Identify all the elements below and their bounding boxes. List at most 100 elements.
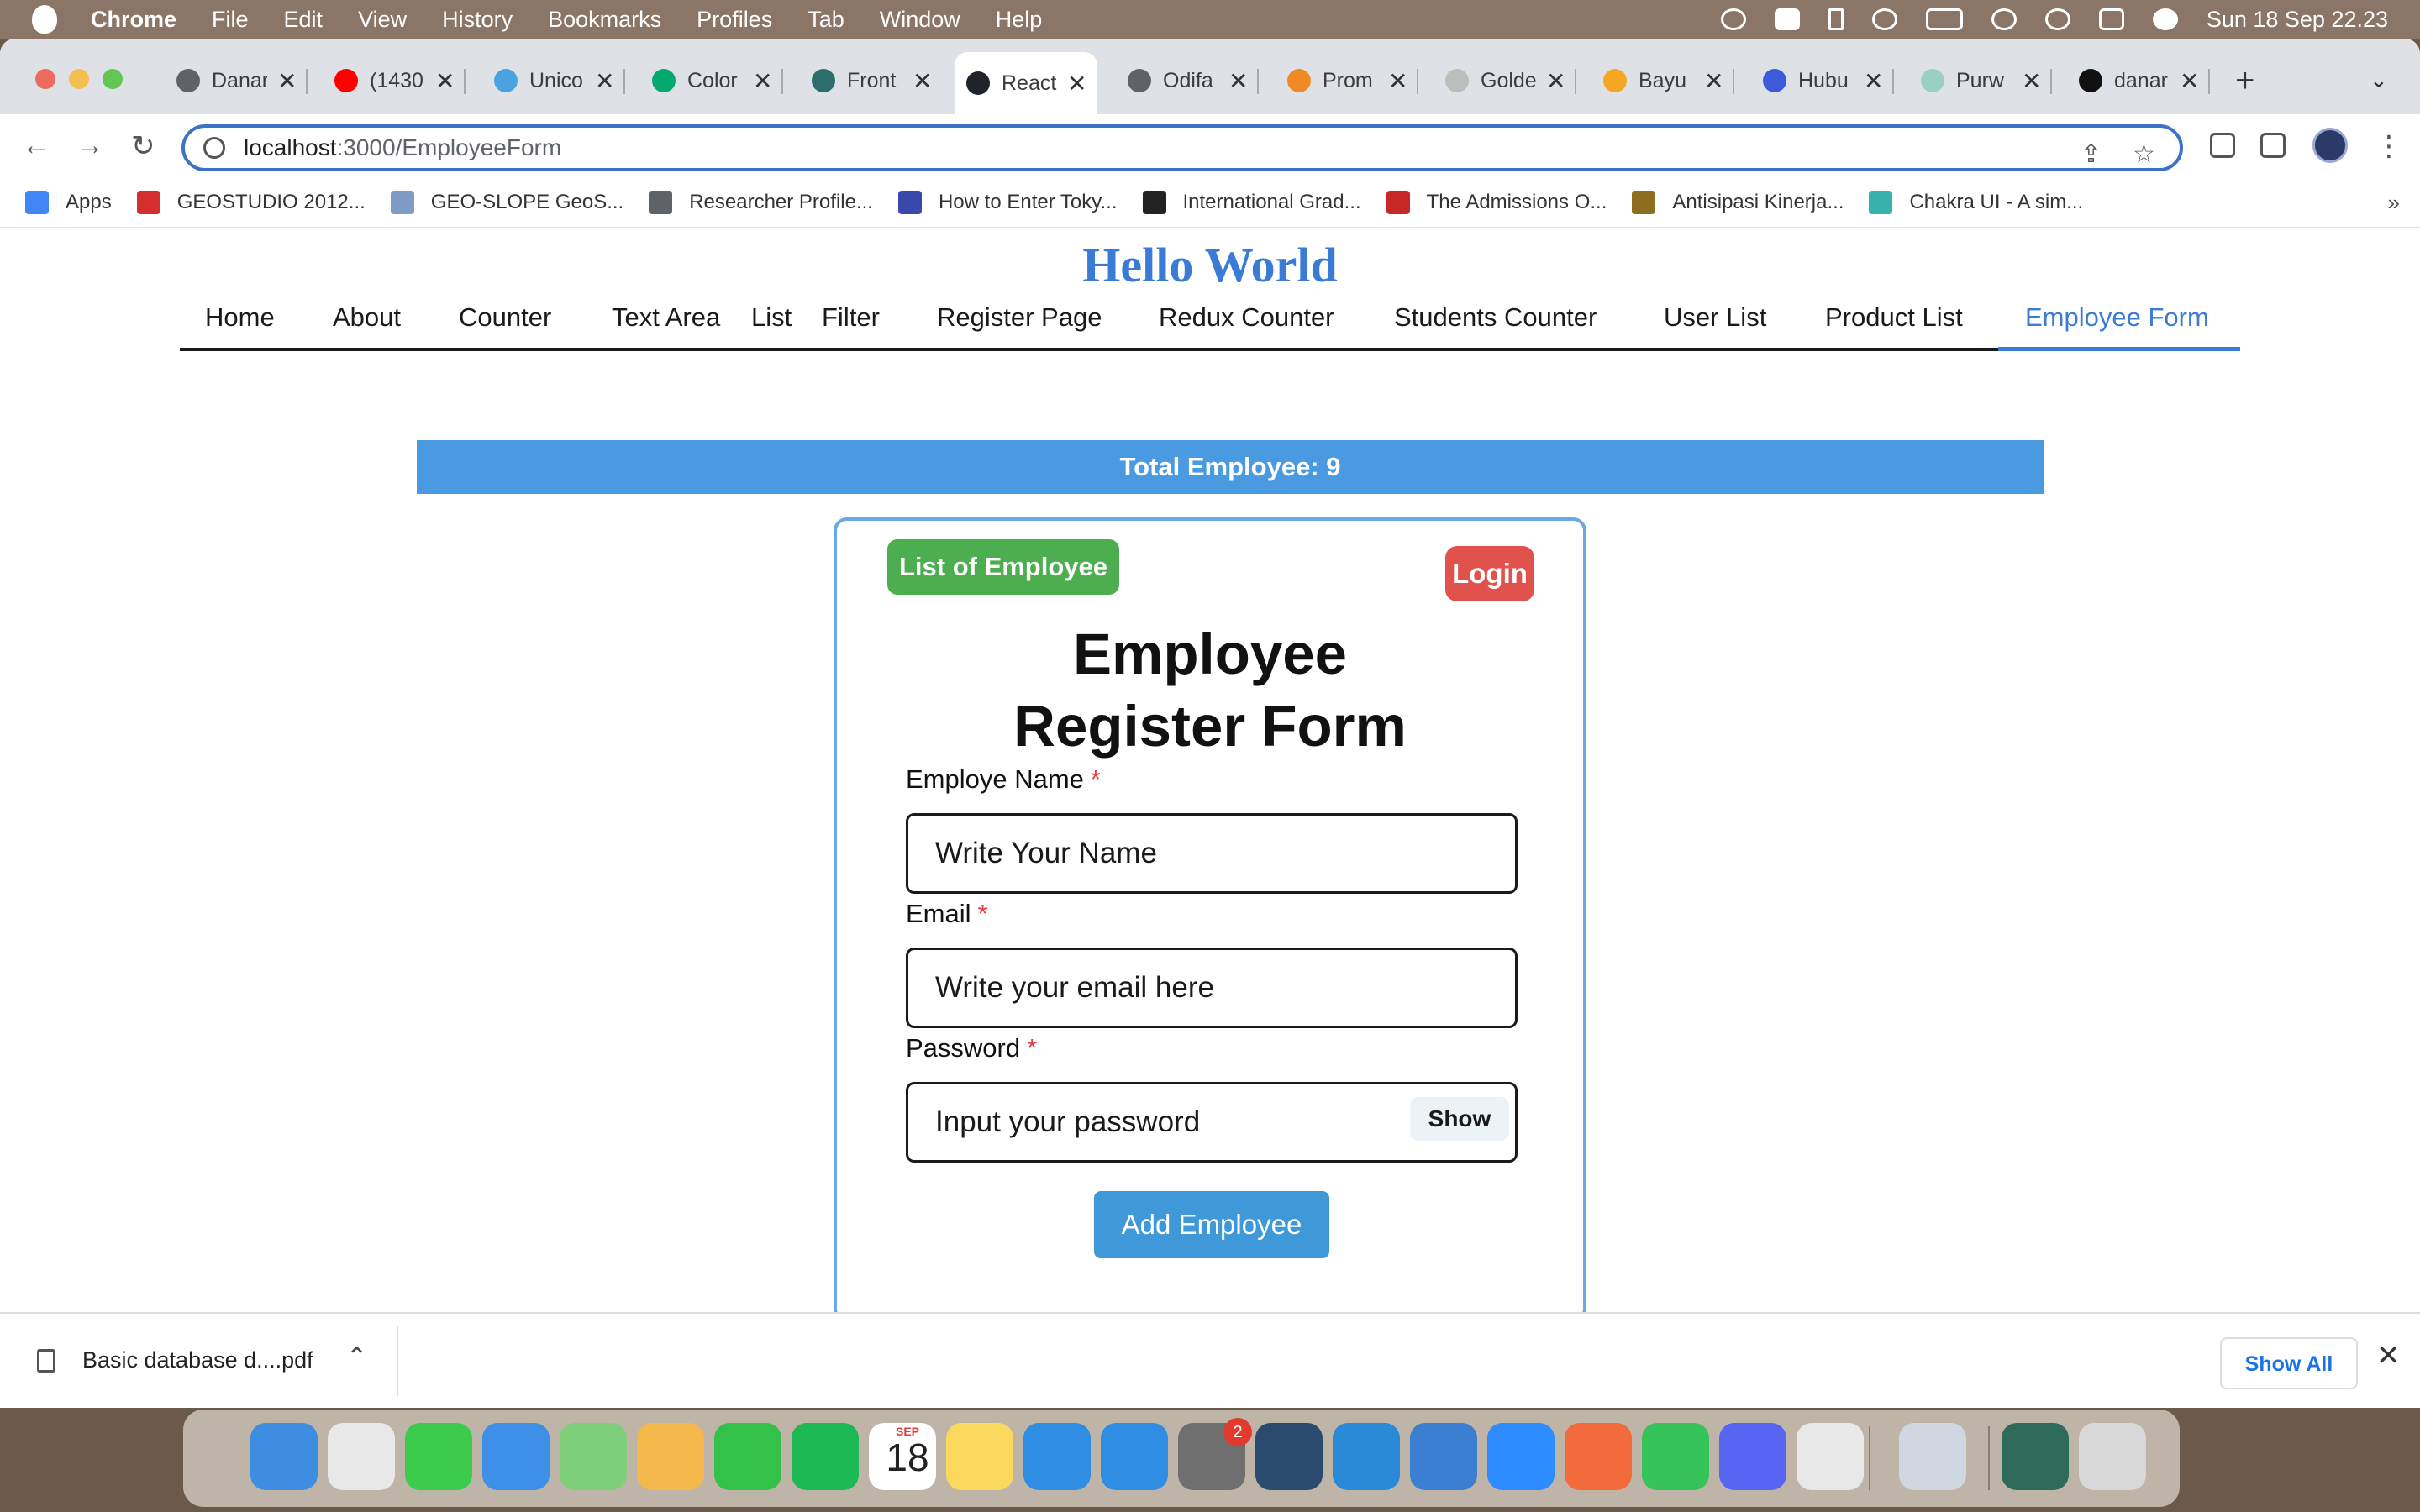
bookmark-star-icon[interactable]: ☆ (2133, 139, 2155, 169)
photos-icon[interactable] (637, 1423, 704, 1490)
tab-close-icon[interactable]: ✕ (435, 67, 455, 95)
zoom-icon[interactable] (1487, 1423, 1555, 1490)
wifi-icon[interactable] (1991, 8, 2017, 30)
nav-text-area[interactable]: Text Area (612, 297, 720, 351)
play-icon[interactable] (1871, 8, 1897, 30)
mail-icon[interactable] (482, 1423, 550, 1490)
menu-tab[interactable]: Tab (808, 7, 844, 33)
pen-app-icon[interactable] (1565, 1423, 1632, 1490)
download-options-chevron-icon[interactable]: ⌃ (346, 1342, 367, 1372)
apple-logo-icon[interactable] (32, 5, 57, 34)
menu-clock[interactable]: Sun 18 Sep 22.23 (2207, 7, 2388, 33)
show-all-downloads-button[interactable]: Show All (2220, 1337, 2358, 1389)
launchpad-icon[interactable] (328, 1423, 395, 1490)
browser-tab[interactable]: Danar ✕ (165, 60, 308, 101)
tab-close-icon[interactable]: ✕ (1546, 67, 1565, 95)
address-bar[interactable]: localhost:3000/EmployeeForm ⇪ ☆ (182, 124, 2183, 171)
menu-app-name[interactable]: Chrome (91, 7, 176, 33)
tab-close-icon[interactable]: ✕ (1704, 67, 1723, 95)
browser-tab[interactable]: Purw ✕ (1909, 60, 2052, 101)
nav-home[interactable]: Home (205, 297, 275, 351)
browser-tab[interactable]: Odifa ✕ (1116, 60, 1259, 101)
menu-history[interactable]: History (442, 7, 513, 33)
facetime-icon[interactable] (714, 1423, 781, 1490)
screenshot-thumb-icon[interactable] (2002, 1423, 2069, 1490)
tab-close-icon[interactable]: ✕ (277, 67, 297, 95)
reload-button[interactable]: ↻ (131, 129, 155, 163)
messages-icon[interactable] (405, 1423, 472, 1490)
menu-window[interactable]: Window (880, 7, 960, 33)
browser-tab[interactable]: Unico ✕ (482, 60, 625, 101)
bookmark-item[interactable]: How to Enter Toky... (897, 191, 1118, 214)
login-button[interactable]: Login (1445, 546, 1534, 601)
download-file-name[interactable]: Basic database d....pdf (82, 1347, 313, 1373)
bookmark-item[interactable]: GEO-SLOPE GeoS... (390, 191, 623, 214)
input-source-icon[interactable] (1774, 8, 1800, 30)
tab-close-icon[interactable]: ✕ (1228, 67, 1248, 95)
nav-register-page[interactable]: Register Page (937, 297, 1102, 351)
add-employee-button[interactable]: Add Employee (1094, 1191, 1329, 1258)
nav-students-counter[interactable]: Students Counter (1394, 297, 1597, 351)
bookmark-item[interactable]: International Grad... (1142, 191, 1361, 214)
menu-bookmarks[interactable]: Bookmarks (548, 7, 661, 33)
tab-search-chevron-icon[interactable]: ⌄ (2370, 67, 2388, 93)
maps-icon[interactable] (560, 1423, 627, 1490)
share-icon[interactable]: ⇪ (2081, 139, 2102, 169)
tab-close-icon[interactable]: ✕ (1067, 70, 1086, 97)
vscode-icon[interactable] (1333, 1423, 1400, 1490)
finder-icon[interactable] (250, 1423, 318, 1490)
creative-cloud-icon[interactable] (1720, 8, 1746, 30)
profile-avatar[interactable] (2312, 128, 2348, 163)
menu-help[interactable]: Help (996, 7, 1043, 33)
browser-tab[interactable]: Bayu ✕ (1591, 60, 1734, 101)
discord-icon[interactable] (1719, 1423, 1786, 1490)
menu-edit[interactable]: Edit (284, 7, 324, 33)
bookmark-item[interactable]: The Admissions O... (1386, 191, 1607, 214)
notes-icon[interactable] (946, 1423, 1013, 1490)
site-info-icon[interactable] (203, 137, 225, 159)
bookmark-item[interactable]: GEOSTUDIO 2012... (136, 191, 366, 214)
close-window-button[interactable] (35, 69, 55, 89)
email-input[interactable] (906, 948, 1518, 1028)
zoom-window-button[interactable] (103, 69, 123, 89)
nav-filter[interactable]: Filter (822, 297, 880, 351)
keynote-icon[interactable] (1023, 1423, 1091, 1490)
trash-icon[interactable] (2079, 1423, 2146, 1490)
show-password-button[interactable]: Show (1410, 1097, 1509, 1141)
tab-close-icon[interactable]: ✕ (2022, 67, 2041, 95)
tab-close-icon[interactable]: ✕ (1864, 67, 1883, 95)
side-panel-icon[interactable] (2260, 133, 2286, 158)
preview-icon[interactable] (1899, 1423, 1966, 1490)
tab-close-icon[interactable]: ✕ (913, 67, 932, 95)
close-download-bar-icon[interactable]: ✕ (2376, 1339, 2401, 1373)
menu-view[interactable]: View (358, 7, 407, 33)
spotify-icon[interactable] (792, 1423, 859, 1490)
back-button[interactable]: ← (22, 129, 50, 162)
forward-button[interactable]: → (76, 129, 104, 162)
xcode-icon[interactable] (1410, 1423, 1477, 1490)
bookmark-item[interactable]: Apps (25, 191, 112, 214)
new-tab-button[interactable]: + (2235, 62, 2254, 100)
siri-icon[interactable] (2152, 8, 2178, 30)
browser-tab[interactable]: (1430 ✕ (323, 60, 466, 101)
tab-close-icon[interactable]: ✕ (595, 67, 614, 95)
list-of-employee-button[interactable]: List of Employee (887, 539, 1119, 595)
bookmark-item[interactable]: Antisipasi Kinerja... (1632, 191, 1844, 214)
menu-file[interactable]: File (212, 7, 249, 33)
chrome-icon[interactable] (1797, 1423, 1864, 1490)
nav-product-list[interactable]: Product List (1825, 297, 1963, 351)
extensions-icon[interactable] (2210, 133, 2235, 158)
tab-close-icon[interactable]: ✕ (753, 67, 772, 95)
browser-tab[interactable]: Color ✕ (640, 60, 783, 101)
appstore-icon[interactable] (1101, 1423, 1168, 1490)
employee-name-input[interactable] (906, 813, 1518, 894)
battery-icon[interactable] (1925, 8, 1963, 30)
browser-tab[interactable]: danar ✕ (2067, 60, 2210, 101)
spotlight-search-icon[interactable] (2044, 8, 2070, 30)
bookmark-item[interactable]: Chakra UI - A sim... (1869, 191, 2083, 214)
menu-profiles[interactable]: Profiles (697, 7, 772, 33)
nav-user-list[interactable]: User List (1664, 297, 1766, 351)
nav-about[interactable]: About (333, 297, 401, 351)
mysql-workbench-icon[interactable] (1255, 1423, 1323, 1490)
whatsapp-icon[interactable] (1642, 1423, 1709, 1490)
